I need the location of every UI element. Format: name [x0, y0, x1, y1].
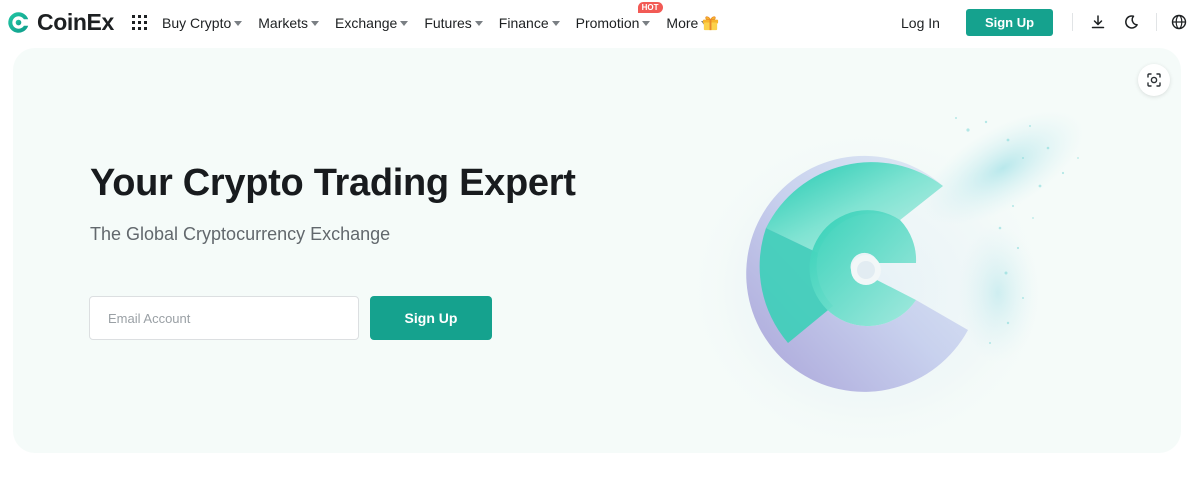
caret-down-icon [642, 20, 651, 26]
nav-item-label: Markets [258, 15, 309, 31]
nav-item-label: Finance [498, 15, 549, 31]
caret-down-icon [474, 20, 483, 26]
nav-item-label: Futures [424, 15, 472, 31]
hero-signup-button[interactable]: Sign Up [370, 296, 492, 340]
nav-item-promotion[interactable]: Promotion HOT [575, 2, 663, 31]
nav-item-markets[interactable]: Markets [258, 15, 320, 31]
apps-grid-icon[interactable] [132, 15, 147, 30]
moon-icon[interactable] [1122, 13, 1140, 31]
nav-item-label: Buy Crypto [162, 15, 232, 31]
hot-badge: HOT [637, 2, 663, 13]
nav-item-buy-crypto[interactable]: Buy Crypto [162, 15, 243, 31]
login-link[interactable]: Log In [901, 15, 940, 31]
divider [1156, 13, 1157, 31]
gift-icon[interactable] [701, 13, 720, 32]
nav-item-label: Exchange [335, 15, 398, 31]
caret-down-icon [311, 20, 320, 26]
brand-name: CoinEx [37, 9, 114, 35]
caret-down-icon [234, 20, 243, 26]
scan-icon [1147, 73, 1161, 87]
nav-item-finance[interactable]: Finance [499, 15, 560, 31]
nav-item-label: More [666, 15, 699, 31]
hero-subtitle: The Global Cryptocurrency Exchange [90, 224, 391, 244]
download-icon[interactable] [1089, 13, 1107, 31]
coinex-logo-icon [8, 12, 29, 33]
nav-item-exchange[interactable]: Exchange [335, 15, 409, 31]
divider [1072, 13, 1073, 31]
email-input[interactable] [89, 296, 359, 340]
nav-item-label: Promotion [575, 15, 640, 31]
nav-item-futures[interactable]: Futures [424, 15, 483, 31]
hero-banner: Your Crypto Trading Expert The Global Cr… [13, 48, 1181, 453]
main-nav: Buy Crypto Markets Exchange Futures Fina… [162, 0, 725, 46]
caret-down-icon [400, 20, 409, 26]
coinex-3d-logo-illustration [683, 111, 1084, 438]
signup-button[interactable]: Sign Up [966, 9, 1053, 36]
coinex-logo[interactable]: CoinEx [6, 9, 114, 36]
globe-icon[interactable] [1170, 13, 1188, 31]
caret-down-icon [551, 20, 560, 26]
scan-button[interactable] [1138, 64, 1170, 96]
top-navigation-bar: CoinEx Buy Crypto Markets Exchange Futur… [0, 0, 1200, 46]
hero-title: Your Crypto Trading Expert [90, 162, 576, 204]
